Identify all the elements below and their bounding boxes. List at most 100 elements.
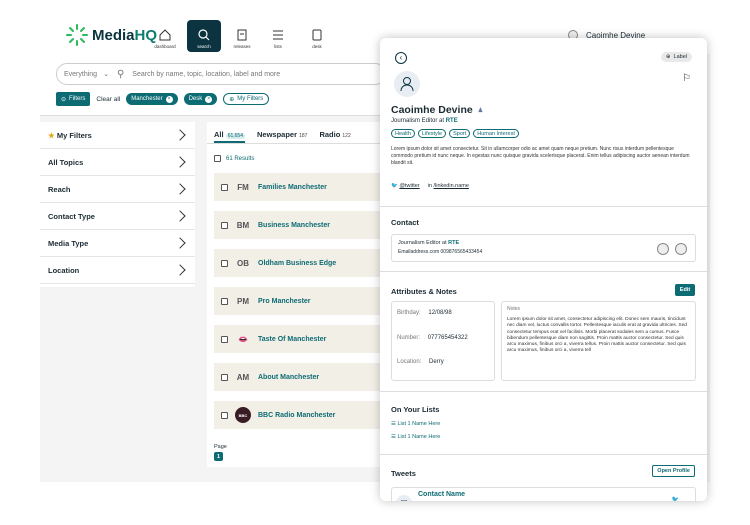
avatar: FM [237,182,249,192]
sidebar-item-media-type[interactable]: Media Type [40,230,195,257]
results-count: 61 Results [214,155,254,162]
close-icon[interactable]: × [165,95,173,103]
tab-newspaper[interactable]: Newspaper 187 [257,130,307,143]
label-button[interactable]: ⊕ Label [660,52,692,62]
list-item[interactable]: ☰ List 1 Name Here [391,434,440,440]
avatar [394,71,420,97]
chip-manchester[interactable]: Manchester × [126,93,178,105]
results-panel: All 61,654 Newspaper 187 Radio 122 61 Re… [207,122,384,467]
scope-select[interactable]: Everything [64,71,97,78]
desk-icon [312,29,322,41]
row-checkbox[interactable] [221,297,228,305]
nav-dashboard[interactable]: dashboard [148,20,182,52]
twitter-link[interactable]: 🐦 @twitter [391,183,420,189]
attributes-section: Attributes & Notes Edit Birthday: 12/08/… [380,271,707,391]
mediahq-logo[interactable]: MediaHQ [66,24,157,46]
sidebar-item-topics[interactable]: All Topics [40,149,195,176]
home-icon [159,29,171,41]
lists-section: On Your Lists ☰ List 1 Name Here ☰ List … [380,391,707,454]
edit-button[interactable]: Edit [675,284,695,296]
chip-desk[interactable]: Desk × [183,93,218,105]
list-item[interactable]: BBC BBC Radio Manchester [214,401,384,429]
filter-sidebar: ★ My Filters All Topics Reach Contact Ty… [40,122,195,287]
my-filters-button[interactable]: ⊕ My Filters [223,93,270,105]
plus-icon: ⊕ [665,54,671,60]
close-icon[interactable]: × [205,95,213,103]
tab-radio[interactable]: Radio 122 [319,130,350,143]
lips-logo-icon: 👄 [238,334,248,344]
tag[interactable]: Human Interest [473,129,519,138]
open-profile-button[interactable]: Open Profile [652,465,695,477]
search-icon: ⚲ [116,68,125,80]
clear-all-link[interactable]: Clear all [96,96,120,103]
lists-icon [273,30,283,40]
tag[interactable]: Health [391,129,415,138]
row-checkbox[interactable] [221,411,228,419]
row-checkbox[interactable] [221,373,228,381]
avatar: CD [396,495,412,501]
flag-icon[interactable]: ⚐ [682,73,691,84]
chevron-down-icon: ⌄ [103,71,109,78]
person-badge-icon: ♟ [477,107,484,114]
twitter-icon: 🐦 [391,183,398,189]
list-item[interactable]: 👄 Taste Of Manchester [214,325,384,353]
releases-icon [237,29,247,41]
sidebar-item-location[interactable]: Location [40,257,195,284]
nav-lists[interactable]: lists [261,20,295,52]
tag[interactable]: Sport [449,129,471,138]
tweet-card[interactable]: CD Contact Name 🐦 [391,487,696,501]
twitter-icon: 🐦 [671,497,679,501]
contact-role: Journalism Editor at RTE [391,118,458,124]
avatar: AM [236,372,250,382]
search-bar[interactable]: Everything ⌄ ⚲ Search by name, topic, lo… [56,63,386,85]
row-checkbox[interactable] [221,259,228,267]
chevron-right-icon [175,182,185,196]
row-checkbox[interactable] [221,221,228,229]
attributes-box: Birthday: 12/08/98 Number: 077765454322 … [391,301,495,381]
mail-icon[interactable] [675,243,687,255]
nav-search[interactable]: search [187,20,221,52]
nav-desk[interactable]: desk [300,20,334,52]
logo-burst-icon [66,24,88,46]
filters-button[interactable]: ⊝ Filters [56,92,91,106]
select-all-checkbox[interactable] [214,155,221,162]
search-icon [198,29,210,41]
contact-section: Contact Journalism Editor at RTE Emailad… [380,206,707,270]
result-tabs: All 61,654 Newspaper 187 Radio 122 [207,122,382,144]
user-icon [400,77,414,92]
star-icon: ★ [48,130,55,140]
tab-all[interactable]: All 61,654 [214,130,245,143]
chevron-right-icon [175,209,185,223]
linkedin-icon: in [427,183,432,189]
row-checkbox[interactable] [221,183,228,191]
chevron-right-icon [175,155,185,169]
social-links: 🐦 @twitter in /linkedin.name [391,183,469,189]
list-item[interactable]: BM Business Manchester [214,211,384,239]
tag[interactable]: Lifestyle [417,129,447,138]
bio-text: Lorem ipsum dolor sit amet consectetur. … [391,146,690,166]
list-item[interactable]: AM About Manchester [214,363,384,391]
chevron-right-icon [175,263,185,277]
list-item[interactable]: FM Families Manchester [214,173,384,201]
copy-icon[interactable] [657,243,669,255]
avatar: PM [237,296,249,306]
back-icon[interactable]: ‹ [395,52,407,64]
list-item[interactable]: OB Oldham Business Edge [214,249,384,277]
search-input[interactable]: Search by name, topic, location, label a… [132,71,280,78]
sidebar-item-contact-type[interactable]: Contact Type [40,203,195,230]
page-button[interactable]: 1 [214,452,223,461]
list-item[interactable]: ☰ List 1 Name Here [391,421,440,427]
list-item[interactable]: PM Pro Manchester [214,287,384,315]
avatar: BM [236,220,250,230]
notes-box: Notes Lorem ipsum dolor sit amet, consec… [501,301,696,381]
plus-icon: ⊕ [229,96,235,103]
tweets-section: Tweets Open Profile CD Contact Name 🐦 [380,454,707,501]
filter-bar: ⊝ Filters Clear all Manchester × Desk × ⊕ My… [56,92,270,106]
linkedin-link[interactable]: in /linkedin.name [428,183,469,189]
row-checkbox[interactable] [221,335,228,343]
sidebar-item-my-filters[interactable]: ★ My Filters [40,122,195,149]
chevron-right-icon [175,236,185,250]
nav-releases[interactable]: releases [225,20,259,52]
sidebar-item-reach[interactable]: Reach [40,176,195,203]
pagination: Page 1 [214,444,227,461]
